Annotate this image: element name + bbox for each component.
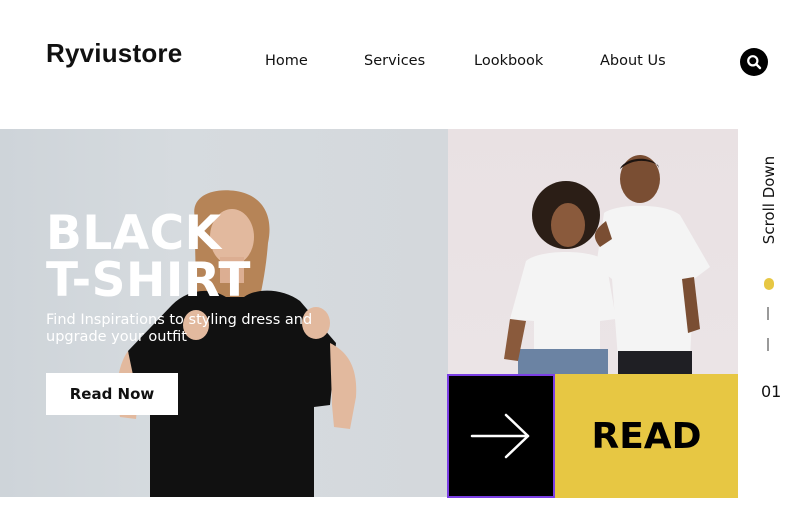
couple-photo (504, 155, 710, 374)
slide-indicator-2[interactable] (767, 307, 769, 320)
couple-image (448, 129, 738, 374)
hero-subtitle: Find Inspirations to styling dress and u… (46, 312, 313, 345)
read-banner[interactable]: READ (555, 374, 738, 498)
search-button[interactable] (740, 48, 768, 76)
scroll-down-label: Scroll Down (760, 155, 778, 245)
nav-about-us[interactable]: About Us (600, 53, 666, 69)
slide-indicator-active[interactable] (764, 278, 774, 290)
nav-lookbook[interactable]: Lookbook (474, 53, 543, 69)
hero-title: BLACK T-SHIRT (46, 210, 251, 304)
nav-services[interactable]: Services (364, 53, 425, 69)
hero-title-line2: T-SHIRT (46, 253, 251, 308)
slide-indicator-3[interactable] (767, 338, 769, 351)
arrow-right-icon (470, 413, 530, 459)
scroll-down-link[interactable]: Scroll Down (758, 150, 780, 250)
read-now-button[interactable]: Read Now (46, 373, 178, 415)
hero-title-line1: BLACK (46, 206, 222, 261)
main-nav: Home Services Lookbook About Us (0, 53, 806, 73)
arrow-button[interactable] (447, 374, 555, 498)
nav-home[interactable]: Home (265, 53, 308, 69)
search-icon (747, 55, 762, 70)
read-label: READ (591, 415, 702, 457)
slide-number: 01 (761, 382, 782, 401)
